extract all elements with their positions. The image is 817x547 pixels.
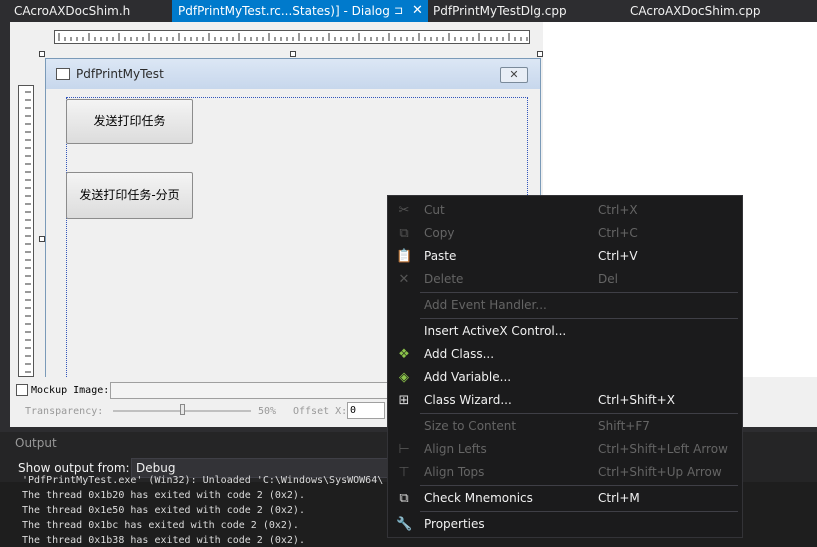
- menu-item-copy[interactable]: ⧉ Copy Ctrl+C: [388, 222, 742, 245]
- paste-icon: 📋: [396, 249, 413, 264]
- close-icon[interactable]: ✕: [412, 0, 423, 22]
- output-line: The thread 0x1e50 has exited with code 2…: [22, 505, 305, 516]
- output-line: The thread 0x1b38 has exited with code 2…: [22, 535, 305, 546]
- menu-item-size-to-content[interactable]: Size to Content Shift+F7: [388, 415, 742, 438]
- offset-x-input[interactable]: 0: [347, 402, 385, 419]
- menu-item-label: Align Tops: [424, 465, 485, 479]
- menu-item-properties[interactable]: 🔧 Properties: [388, 513, 742, 536]
- pin-icon[interactable]: ⊐: [394, 0, 403, 22]
- transparency-label: Transparency:: [25, 406, 104, 417]
- menu-item-label: Properties: [424, 517, 485, 531]
- tab-label: CAcroAXDocShim.h: [14, 4, 131, 18]
- menu-item-label: Class Wizard...: [424, 393, 512, 407]
- menu-item-align-tops[interactable]: ⊤ Align Tops Ctrl+Shift+Up Arrow: [388, 461, 742, 484]
- menu-item-shortcut: Ctrl+C: [598, 226, 638, 240]
- mockup-image-label: Mockup Image:: [31, 385, 110, 396]
- tab-label: PdfPrintMyTestDlg.cpp: [433, 4, 567, 18]
- tab-cacroaxdocshim-cpp[interactable]: CAcroAXDocShim.cpp: [616, 0, 817, 22]
- menu-item-align-lefts[interactable]: ⊢ Align Lefts Ctrl+Shift+Left Arrow: [388, 438, 742, 461]
- mockup-image-checkbox[interactable]: [16, 384, 28, 396]
- menu-item-add-variable[interactable]: ◈ Add Variable...: [388, 366, 742, 389]
- menu-item-shortcut: Ctrl+V: [598, 249, 638, 263]
- check-mnemonics-icon: ⧉: [399, 491, 409, 506]
- send-print-button[interactable]: 发送打印任务: [66, 99, 193, 144]
- menu-item-label: Paste: [424, 249, 457, 263]
- show-output-from-label: Show output from:: [18, 461, 130, 475]
- output-line: The thread 0x1bc has exited with code 2 …: [22, 520, 299, 531]
- vertical-ruler[interactable]: [18, 85, 34, 377]
- resize-handle[interactable]: [290, 51, 296, 57]
- transparency-slider-thumb[interactable]: [180, 404, 185, 415]
- context-menu: ✂ Cut Ctrl+X ⧉ Copy Ctrl+C 📋 Paste Ctrl+…: [387, 195, 743, 538]
- mockup-image-path-input[interactable]: [110, 382, 400, 399]
- output-panel-title: Output: [15, 436, 57, 450]
- resize-handle[interactable]: [39, 51, 45, 57]
- menu-item-paste[interactable]: 📋 Paste Ctrl+V: [388, 245, 742, 268]
- menu-separator: [420, 318, 738, 319]
- menu-item-add-event-handler[interactable]: Add Event Handler...: [388, 294, 742, 317]
- ruler-ticks: [58, 33, 528, 41]
- cut-icon: ✂: [398, 203, 410, 218]
- align-tops-icon: ⊤: [398, 465, 410, 480]
- menu-item-label: Copy: [424, 226, 455, 240]
- menu-item-label: Delete: [424, 272, 464, 286]
- menu-item-label: Check Mnemonics: [424, 491, 533, 505]
- menu-item-label: Add Event Handler...: [424, 298, 547, 312]
- menu-separator: [420, 511, 738, 512]
- horizontal-ruler[interactable]: [54, 30, 530, 44]
- wrench-icon: 🔧: [396, 517, 413, 532]
- tab-label: CAcroAXDocShim.cpp: [630, 4, 761, 18]
- add-variable-icon: ◈: [399, 370, 409, 385]
- menu-item-shortcut: Ctrl+Shift+Up Arrow: [598, 465, 722, 479]
- menu-item-label: Align Lefts: [424, 442, 487, 456]
- menu-item-shortcut: Ctrl+Shift+Left Arrow: [598, 442, 728, 456]
- menu-item-shortcut: Shift+F7: [598, 419, 650, 433]
- output-line: 'PdfPrintMyTest.exe' (Win32): Unloaded '…: [22, 475, 384, 486]
- send-print-paged-button[interactable]: 发送打印任务-分页: [66, 172, 193, 219]
- menu-separator: [420, 413, 738, 414]
- menu-item-label: Add Variable...: [424, 370, 512, 384]
- class-wizard-icon: ⊞: [398, 393, 410, 408]
- document-tab-bar: CAcroAXDocShim.h PdfPrintMyTest.rc...Sta…: [0, 0, 817, 22]
- dialog-title: PdfPrintMyTest: [76, 67, 164, 81]
- ruler-ticks: [25, 91, 31, 373]
- menu-item-shortcut: Ctrl+M: [598, 491, 640, 505]
- menu-item-delete[interactable]: ✕ Delete Del: [388, 268, 742, 291]
- menu-item-label: Cut: [424, 203, 445, 217]
- resize-handle[interactable]: [537, 51, 543, 57]
- menu-separator: [420, 292, 738, 293]
- dialog-app-icon: [56, 68, 70, 80]
- menu-item-add-class[interactable]: ❖ Add Class...: [388, 343, 742, 366]
- menu-item-shortcut: Ctrl+Shift+X: [598, 393, 675, 407]
- menu-item-class-wizard[interactable]: ⊞ Class Wizard... Ctrl+Shift+X: [388, 389, 742, 412]
- menu-item-label: Size to Content: [424, 419, 517, 433]
- tab-pdfprintmytestdlg-cpp[interactable]: PdfPrintMyTestDlg.cpp: [428, 0, 618, 22]
- menu-item-insert-activex-control[interactable]: Insert ActiveX Control...: [388, 320, 742, 343]
- copy-icon: ⧉: [399, 226, 409, 241]
- menu-item-label: Add Class...: [424, 347, 495, 361]
- menu-item-shortcut: Ctrl+X: [598, 203, 638, 217]
- menu-item-check-mnemonics[interactable]: ⧉ Check Mnemonics Ctrl+M: [388, 487, 742, 510]
- menu-item-label: Insert ActiveX Control...: [424, 324, 567, 338]
- dialog-close-icon[interactable]: ✕: [500, 67, 528, 83]
- delete-icon: ✕: [398, 272, 410, 287]
- tab-pdfprintmytest-rc-dialog[interactable]: PdfPrintMyTest.rc...States)] - Dialog ⊐ …: [172, 0, 428, 22]
- dialog-title-bar: PdfPrintMyTest ✕: [46, 59, 540, 89]
- align-lefts-icon: ⊢: [398, 442, 410, 457]
- tab-cacroaxdocshim-h[interactable]: CAcroAXDocShim.h: [0, 0, 172, 22]
- menu-item-shortcut: Del: [598, 272, 618, 286]
- transparency-value: 50%: [258, 406, 277, 417]
- offset-x-label: Offset X:: [293, 406, 348, 417]
- add-class-icon: ❖: [398, 347, 410, 362]
- tab-label: PdfPrintMyTest.rc...States)] - Dialog: [178, 4, 390, 18]
- menu-item-cut[interactable]: ✂ Cut Ctrl+X: [388, 199, 742, 222]
- menu-separator: [420, 485, 738, 486]
- left-gutter: [0, 22, 10, 432]
- output-line: The thread 0x1b20 has exited with code 2…: [22, 490, 305, 501]
